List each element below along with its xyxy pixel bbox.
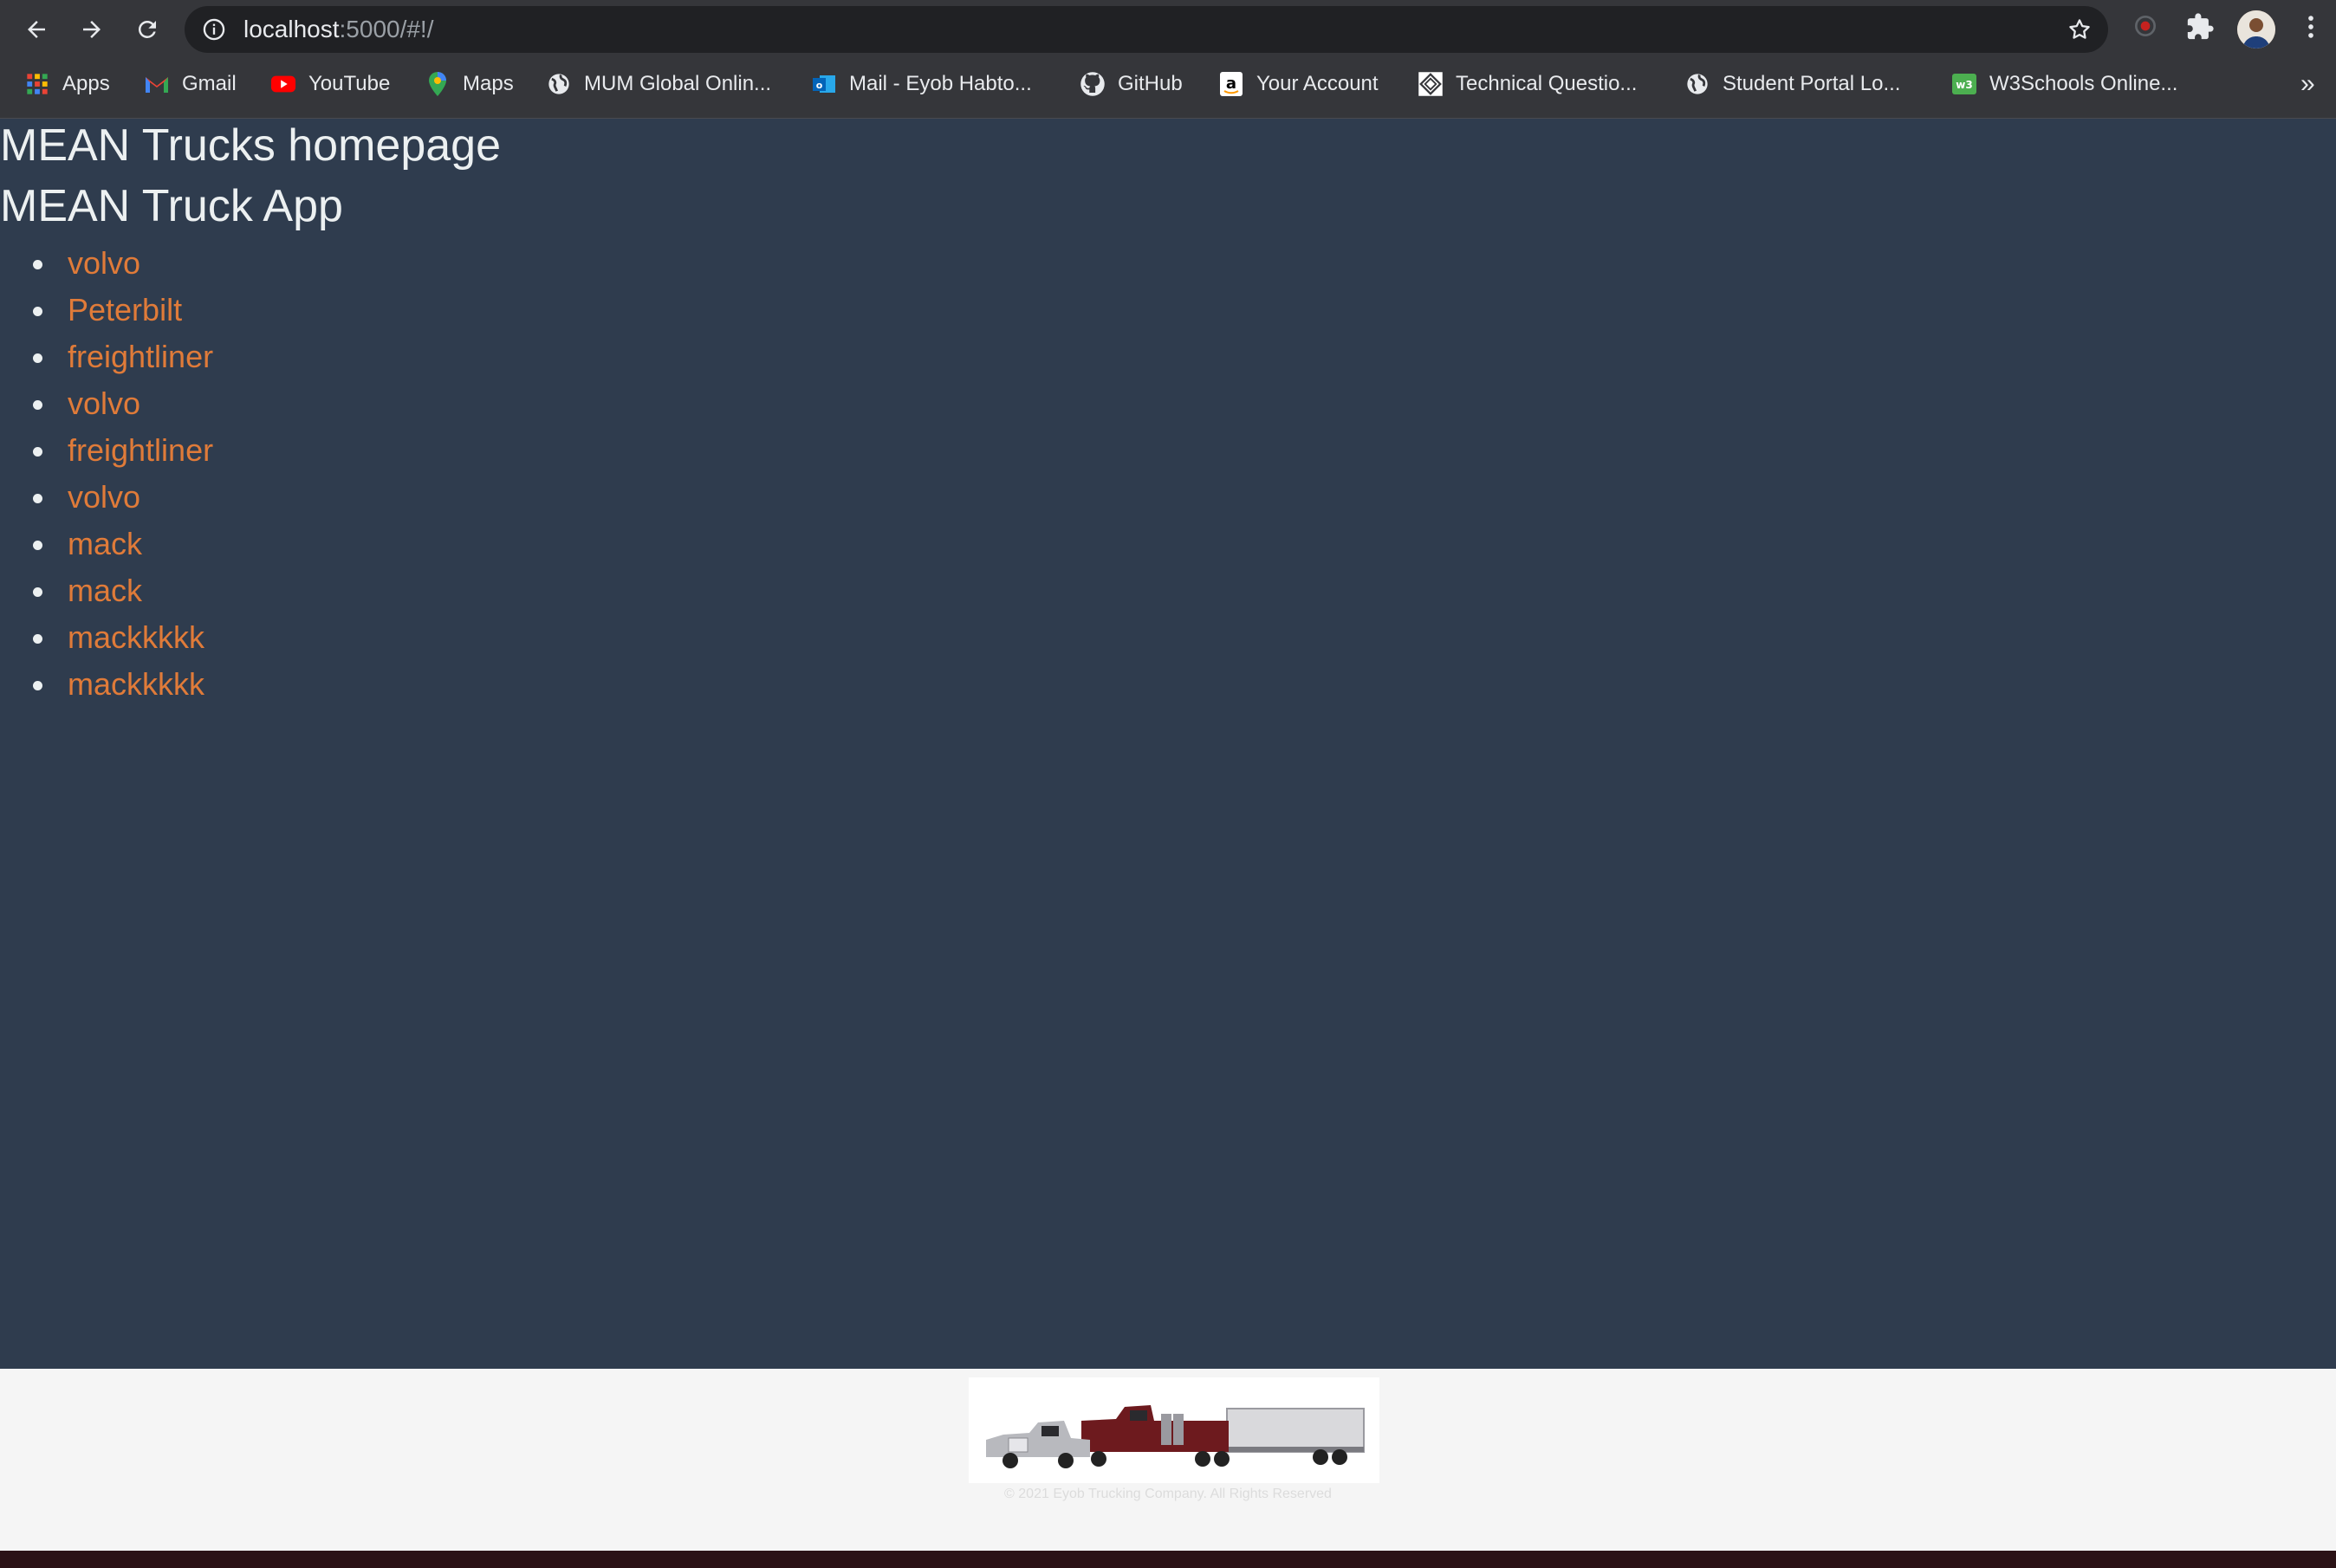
bookmark-student-portal[interactable]: Student Portal Lo... [1684, 59, 1900, 109]
bullet-icon [33, 400, 42, 410]
list-item: mackkkkk [0, 661, 213, 708]
bookmark-label: Technical Questio... [1456, 72, 1638, 95]
bookmark-label: Gmail [182, 72, 237, 95]
github-icon [1080, 71, 1106, 97]
youtube-icon [270, 71, 296, 97]
amazon-icon: a [1218, 71, 1244, 97]
globe-icon [546, 71, 572, 97]
bullet-icon [33, 634, 42, 644]
browser-toolbar: localhost:5000/#!/ [0, 0, 2336, 59]
outlook-icon: o [811, 71, 837, 97]
svg-text:w3: w3 [1956, 79, 1972, 91]
forward-button[interactable] [71, 9, 113, 50]
bookmark-label: Mail - Eyob Habto... [849, 72, 1032, 95]
truck-link[interactable]: volvo [68, 386, 140, 421]
truck-link[interactable]: mack [68, 573, 142, 608]
bookmarks-bar: Apps Gmail YouTube Maps MUM Global Onlin… [0, 59, 2336, 119]
list-item: mack [0, 521, 213, 567]
bullet-icon [33, 260, 42, 269]
bookmark-star-icon[interactable] [2067, 16, 2093, 47]
app-heading: MEAN Truck App [0, 181, 343, 231]
truck-footer-image [969, 1377, 1379, 1483]
info-icon[interactable] [202, 17, 226, 46]
page-footer: © 2021 Eyob Trucking Company. All Rights… [0, 1369, 2336, 1551]
bookmark-your-account[interactable]: a Your Account [1218, 59, 1379, 109]
list-item: volvo [0, 380, 213, 427]
svg-text:o: o [816, 80, 823, 91]
list-item: volvo [0, 240, 213, 287]
url-path: :5000/#!/ [339, 16, 434, 42]
bullet-icon [33, 307, 42, 316]
list-item: volvo [0, 474, 213, 521]
copyright-text: © 2021 Eyob Trucking Company. All Rights… [1004, 1487, 1332, 1501]
arrow-left-icon [28, 21, 45, 38]
bookmark-label: Apps [62, 72, 110, 95]
bookmark-label: W3Schools Online... [1989, 72, 2178, 95]
svg-text:a: a [1226, 75, 1236, 93]
w3schools-icon: w3 [1951, 71, 1977, 97]
bookmark-outlook-mail[interactable]: o Mail - Eyob Habto... [811, 59, 1032, 109]
profile-avatar[interactable] [2237, 10, 2275, 49]
bookmark-w3schools[interactable]: w3 W3Schools Online... [1951, 59, 2177, 109]
bullet-icon [33, 494, 42, 503]
list-item: freightliner [0, 427, 213, 474]
truck-link[interactable]: freightliner [68, 339, 213, 374]
bookmark-youtube[interactable]: YouTube [270, 59, 390, 109]
address-bar[interactable]: localhost:5000/#!/ [185, 6, 2108, 53]
url-text[interactable]: localhost:5000/#!/ [243, 6, 434, 53]
bullet-icon [33, 353, 42, 363]
bookmark-github[interactable]: GitHub [1080, 59, 1183, 109]
bookmark-label: GitHub [1118, 72, 1183, 95]
bookmark-label: Student Portal Lo... [1723, 72, 1901, 95]
apps-grid-icon [24, 71, 50, 97]
browser-menu-icon[interactable] [2305, 12, 2317, 46]
truck-link[interactable]: volvo [68, 245, 140, 281]
extensions-puzzle-icon[interactable] [2185, 12, 2215, 46]
reload-button[interactable] [127, 9, 168, 50]
bookmark-technical-questions[interactable]: Technical Questio... [1418, 59, 1637, 109]
bookmark-mum-global[interactable]: MUM Global Onlin... [546, 59, 771, 109]
bookmark-apps[interactable]: Apps [24, 59, 110, 109]
truck-link[interactable]: mackkkkk [68, 666, 204, 702]
bookmark-label: MUM Global Onlin... [584, 72, 772, 95]
list-item: mackkkkk [0, 614, 213, 661]
arrow-right-icon [83, 21, 101, 38]
truck-link[interactable]: freightliner [68, 432, 213, 468]
list-item: freightliner [0, 334, 213, 380]
bullet-icon [33, 447, 42, 457]
bullet-icon [33, 681, 42, 690]
back-button[interactable] [16, 9, 57, 50]
truck-link[interactable]: Peterbilt [68, 292, 182, 327]
bullet-icon [33, 587, 42, 597]
bullet-icon [33, 541, 42, 550]
bookmark-label: Maps [463, 72, 514, 95]
bookmark-label: YouTube [308, 72, 391, 95]
page-body: MEAN Trucks homepage MEAN Truck App volv… [0, 119, 2336, 1369]
truck-link[interactable]: mackkkkk [68, 619, 204, 655]
gmail-icon [144, 71, 170, 97]
bookmark-maps[interactable]: Maps [425, 59, 514, 109]
reload-icon [138, 20, 156, 38]
list-item: mack [0, 567, 213, 614]
maps-pin-icon [425, 71, 451, 97]
truck-link[interactable]: volvo [68, 479, 140, 515]
bookmark-label: Your Account [1256, 72, 1379, 95]
record-extension-icon[interactable] [2132, 12, 2159, 44]
globe-icon [1684, 71, 1710, 97]
bookmark-gmail[interactable]: Gmail [144, 59, 237, 109]
truck-list: volvo Peterbilt freightliner volvo freig… [0, 240, 213, 708]
diamond-logo-icon [1418, 71, 1444, 97]
list-item: Peterbilt [0, 287, 213, 334]
url-host: localhost [243, 16, 340, 42]
truck-link[interactable]: mack [68, 526, 142, 561]
page-title: MEAN Trucks homepage [0, 120, 502, 171]
bookmarks-overflow-button[interactable]: » [2300, 59, 2315, 109]
